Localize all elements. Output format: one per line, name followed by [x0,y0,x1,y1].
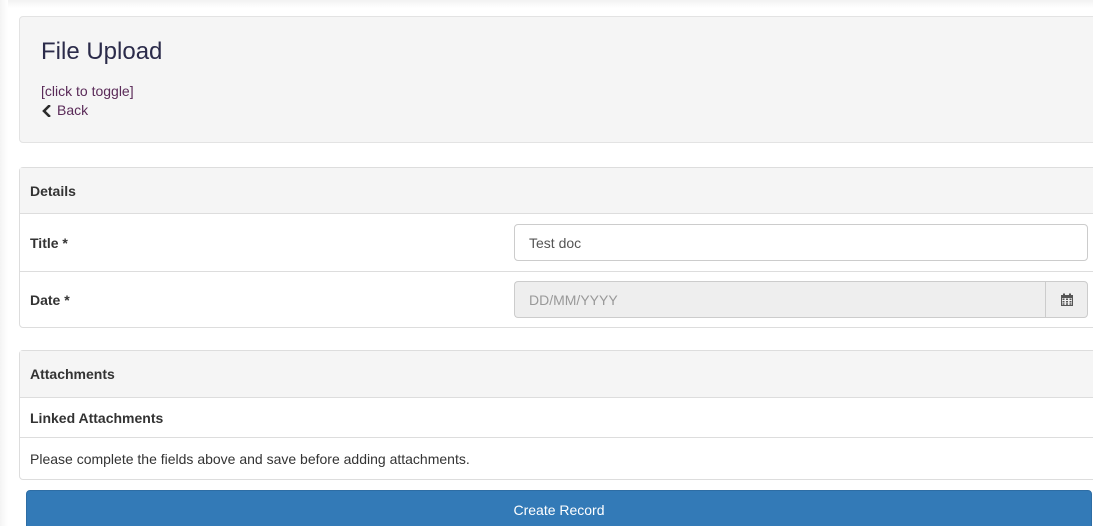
linked-attachments-heading: Linked Attachments [20,398,1093,438]
title-row: Title * [20,214,1093,271]
back-label: Back [57,102,89,118]
calendar-icon [1060,293,1073,306]
details-heading: Details [20,168,1093,214]
chevron-left-icon [42,104,51,117]
date-picker [514,281,1088,318]
details-panel: Details Title * Date * [19,167,1093,328]
page: File Upload [click to toggle] Back Detai… [0,0,1093,526]
top-shadow [0,0,1093,8]
title-label: Title * [30,234,68,251]
attachments-info-text: Please complete the fields above and sav… [30,450,470,467]
calendar-button[interactable] [1045,281,1088,318]
toggle-link[interactable]: [click to toggle] [41,83,1087,100]
date-input[interactable] [514,281,1045,318]
date-label: Date * [30,292,70,308]
create-record-button[interactable]: Create Record [26,490,1092,526]
left-shadow [0,0,8,526]
attachments-heading: Attachments [20,351,1093,398]
title-input[interactable] [514,224,1088,261]
header-panel: File Upload [click to toggle] Back [19,16,1093,143]
page-title: File Upload [41,38,163,65]
date-row: Date * [20,271,1093,328]
attachments-panel: Attachments Linked Attachments Please co… [19,350,1093,480]
back-link[interactable]: Back [41,102,1087,119]
